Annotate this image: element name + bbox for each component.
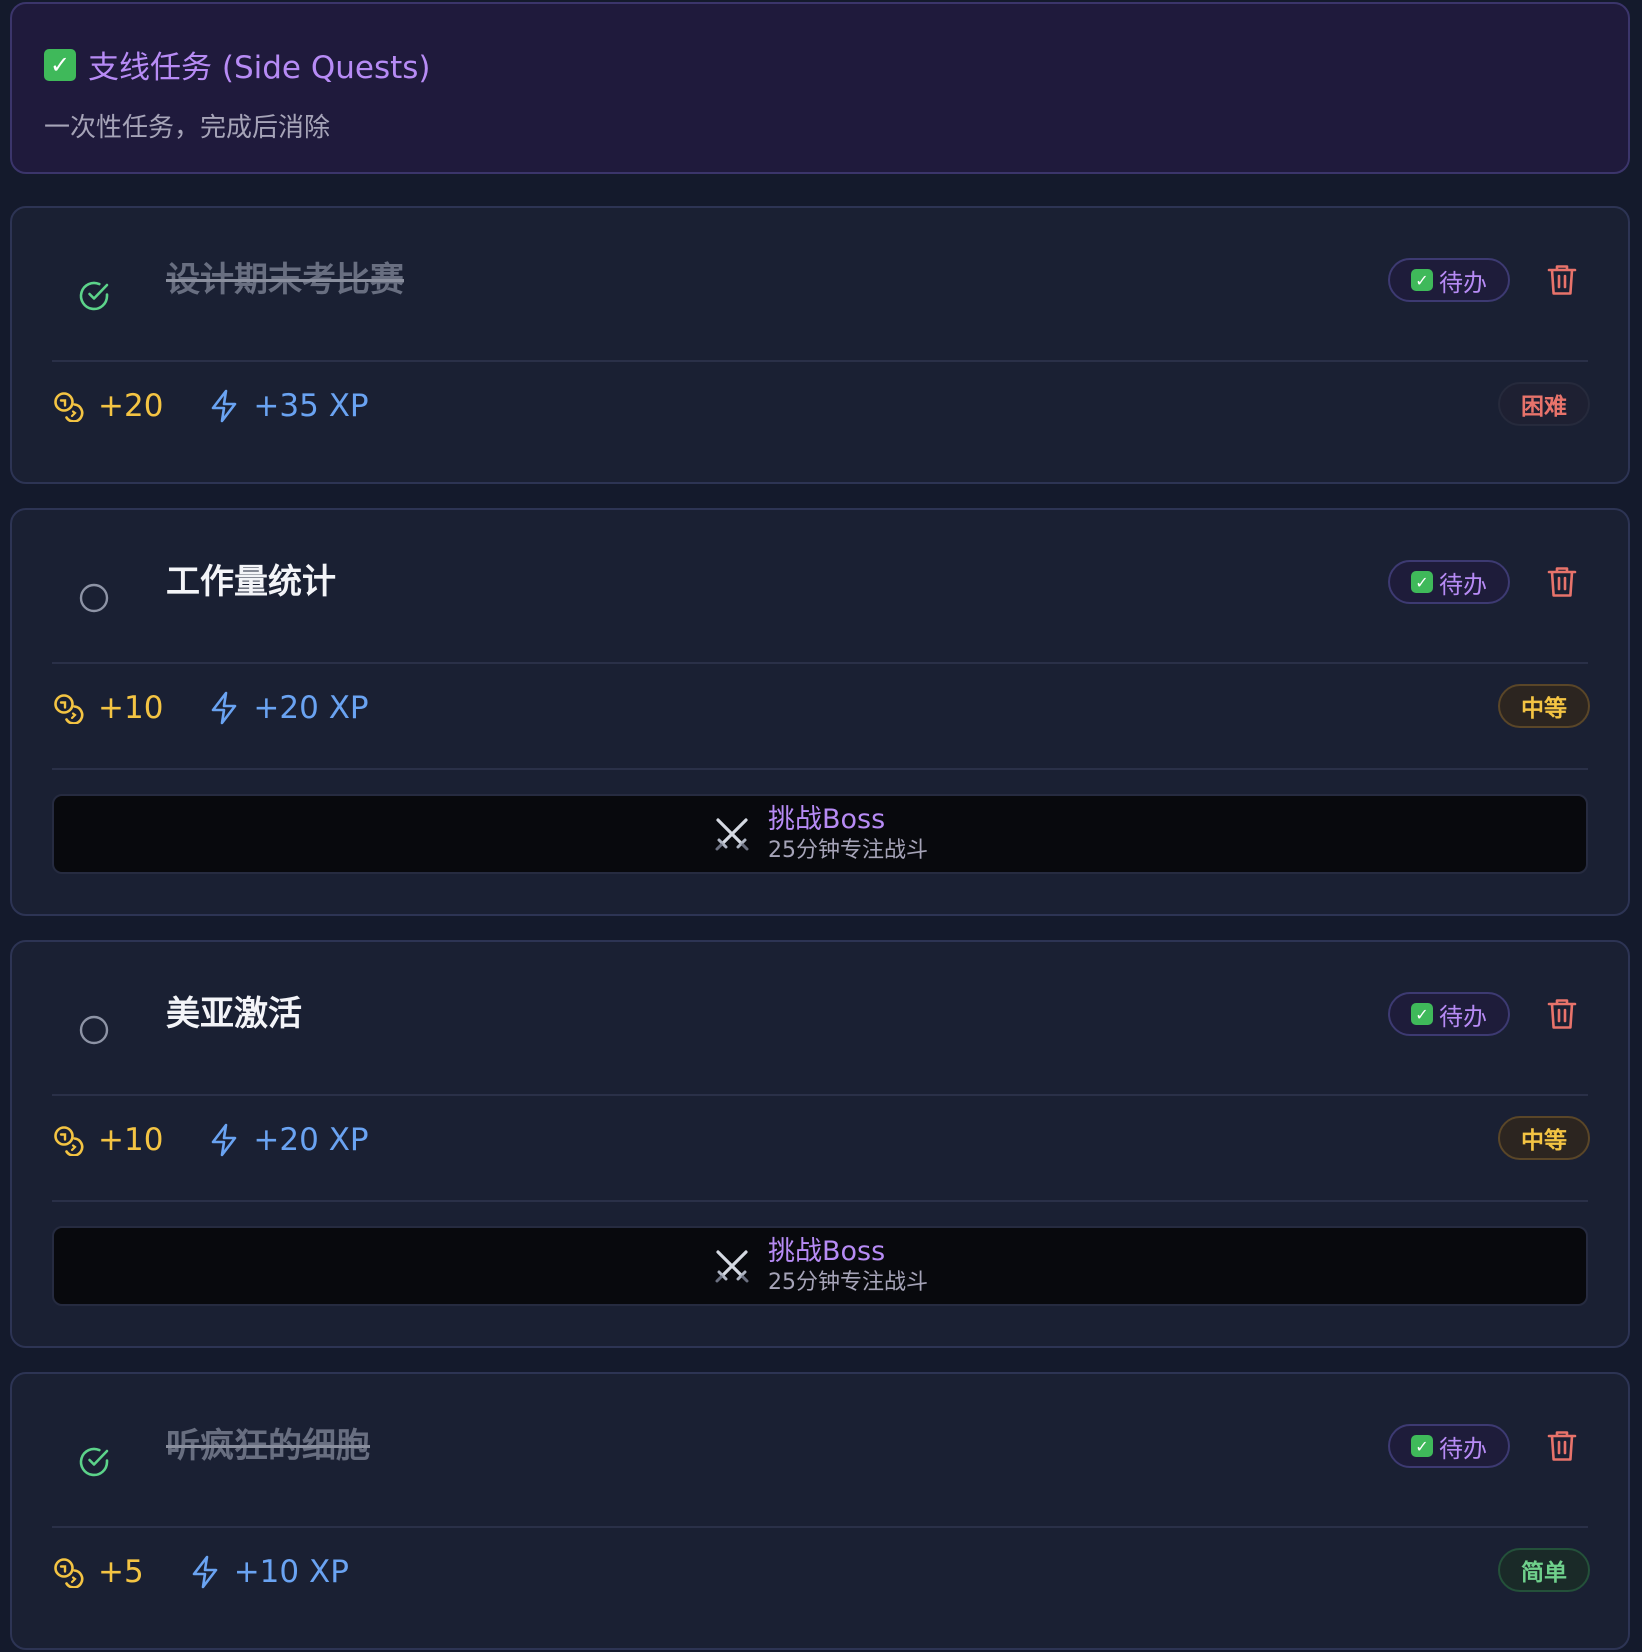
lightning-icon (212, 1123, 237, 1157)
coins-icon (54, 694, 84, 724)
coins-icon (54, 1558, 84, 1588)
rewards-row: +10 +20 XP (52, 1120, 369, 1160)
trash-icon (1547, 265, 1577, 295)
coin-reward: +10 (98, 690, 164, 726)
boss-subtitle: 25分钟专注战斗 (768, 1270, 928, 1296)
status-badge[interactable]: ✓ 待办 (1388, 258, 1510, 302)
check-mark-icon: ✓ (1411, 571, 1433, 593)
lightning-icon (212, 691, 237, 725)
delete-button[interactable] (1544, 1428, 1580, 1464)
quest-title: 听疯狂的细胞 (166, 1426, 370, 1466)
header-title-text: 支线任务 (Side Quests) (88, 50, 431, 86)
status-badge[interactable]: ✓ 待办 (1388, 560, 1510, 604)
trash-icon (1547, 1431, 1577, 1461)
xp-reward: +20 XP (253, 690, 369, 726)
lightning-icon (212, 389, 237, 423)
header-subtitle: 一次性任务，完成后消除 (44, 113, 331, 143)
completed-check-icon[interactable] (76, 278, 112, 318)
challenge-boss-button[interactable]: 挑战Boss 25分钟专注战斗 (52, 794, 1588, 874)
rewards-row: +20 +35 XP (52, 386, 369, 426)
boss-title: 挑战Boss (768, 804, 886, 836)
xp-reward: +20 XP (253, 1122, 369, 1158)
side-quests-header: ✓ 支线任务 (Side Quests) 一次性任务，完成后消除 (10, 2, 1630, 174)
status-badge-label: 待办 (1439, 1002, 1487, 1031)
quest-title: 设计期末考比赛 (166, 260, 404, 300)
xp-reward: +35 XP (253, 388, 369, 424)
trash-icon (1547, 567, 1577, 597)
boss-title: 挑战Boss (768, 1236, 886, 1268)
status-badge[interactable]: ✓ 待办 (1388, 1424, 1510, 1468)
divider (52, 1200, 1588, 1202)
boss-subtitle: 25分钟专注战斗 (768, 838, 928, 864)
xp-reward: +10 XP (233, 1554, 349, 1590)
difficulty-badge: 困难 (1498, 382, 1590, 426)
status-badge-label: 待办 (1439, 268, 1487, 297)
incomplete-circle-icon[interactable] (76, 580, 112, 620)
divider (52, 768, 1588, 770)
trash-icon (1547, 999, 1577, 1029)
crossed-swords-icon (715, 1250, 749, 1283)
challenge-boss-button[interactable]: 挑战Boss 25分钟专注战斗 (52, 1226, 1588, 1306)
quest-title: 美亚激活 (166, 994, 302, 1034)
difficulty-badge: 简单 (1498, 1548, 1590, 1592)
status-badge[interactable]: ✓ 待办 (1388, 992, 1510, 1036)
coin-reward: +5 (98, 1554, 144, 1590)
check-mark-icon: ✓ (1411, 269, 1433, 291)
difficulty-badge: 中等 (1498, 684, 1590, 728)
check-mark-icon: ✓ (44, 48, 76, 81)
quest-title: 工作量统计 (166, 562, 336, 602)
delete-button[interactable] (1544, 262, 1580, 298)
completed-check-icon[interactable] (76, 1444, 112, 1484)
status-badge-label: 待办 (1439, 1434, 1487, 1463)
incomplete-circle-icon[interactable] (76, 1012, 112, 1052)
divider (52, 1526, 1588, 1528)
coin-reward: +20 (98, 388, 164, 424)
coins-icon (54, 392, 84, 422)
quest-card: 听疯狂的细胞 ✓ 待办 +5 +10 XP 简单 (10, 1372, 1630, 1650)
rewards-row: +5 +10 XP (52, 1552, 349, 1592)
delete-button[interactable] (1544, 564, 1580, 600)
status-badge-label: 待办 (1439, 570, 1487, 599)
coin-reward: +10 (98, 1122, 164, 1158)
divider (52, 360, 1588, 362)
quest-card: 美亚激活 ✓ 待办 +10 +20 XP 中等 挑战Boss 25分钟专注战斗 (10, 940, 1630, 1348)
header-title: ✓ 支线任务 (Side Quests) (44, 42, 431, 87)
rewards-row: +10 +20 XP (52, 688, 369, 728)
check-mark-icon: ✓ (1411, 1003, 1433, 1025)
difficulty-badge: 中等 (1498, 1116, 1590, 1160)
lightning-icon (192, 1555, 218, 1589)
divider (52, 1094, 1588, 1096)
coins-icon (54, 1126, 84, 1156)
delete-button[interactable] (1544, 996, 1580, 1032)
divider (52, 662, 1588, 664)
check-mark-icon: ✓ (1411, 1435, 1433, 1457)
crossed-swords-icon (715, 818, 749, 851)
quest-card: 设计期末考比赛 ✓ 待办 +20 +35 XP 困难 (10, 206, 1630, 484)
quest-card: 工作量统计 ✓ 待办 +10 +20 XP 中等 挑战Boss 25分钟专注战斗 (10, 508, 1630, 916)
